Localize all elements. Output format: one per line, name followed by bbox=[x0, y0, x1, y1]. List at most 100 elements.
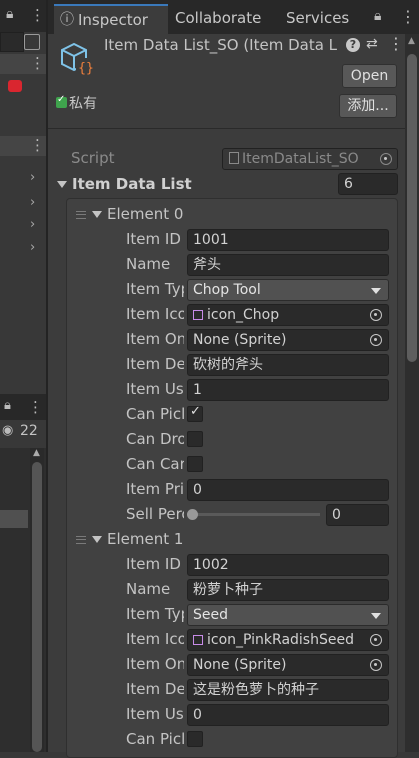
name-field[interactable]: 粉萝卜种子 bbox=[187, 579, 389, 601]
can-drop-toggle[interactable] bbox=[187, 431, 203, 447]
left-tabbar: 🔒︎ ⋮ bbox=[0, 0, 46, 32]
lock-icon[interactable]: 🔒︎ bbox=[6, 6, 13, 22]
list-size-field[interactable]: 6 bbox=[338, 173, 398, 195]
item-onworld-field[interactable]: None (Sprite) bbox=[187, 654, 389, 676]
svg-text:{}: {} bbox=[78, 61, 94, 76]
sell-percent-slider-track[interactable] bbox=[192, 513, 320, 516]
item-id-field[interactable]: 1002 bbox=[187, 554, 389, 576]
left-selected-row[interactable] bbox=[0, 510, 28, 528]
script-label: Script bbox=[71, 149, 115, 167]
more-icon[interactable]: ⋮ bbox=[400, 7, 416, 26]
object-picker-icon[interactable] bbox=[380, 153, 392, 165]
name-label: Name bbox=[126, 580, 171, 598]
item-use-field[interactable]: 1 bbox=[187, 379, 389, 401]
foldout-arrow-icon[interactable] bbox=[57, 181, 67, 188]
chevron-right-icon[interactable]: › bbox=[30, 217, 35, 232]
chevron-right-icon[interactable]: › bbox=[30, 240, 35, 255]
left-search-input[interactable] bbox=[0, 32, 24, 52]
more-icon[interactable]: ⋮ bbox=[388, 34, 404, 53]
item-price-field[interactable]: 0 bbox=[187, 479, 389, 501]
lock-icon[interactable]: 🔒︎ bbox=[4, 398, 11, 413]
item-type-value: Chop Tool bbox=[193, 282, 261, 298]
item-data-list-label[interactable]: Item Data List bbox=[72, 174, 192, 194]
can-pick-label: Can Picl bbox=[126, 405, 184, 423]
element-title[interactable]: Element 0 bbox=[107, 204, 183, 224]
item-onworld-label: Item On bbox=[126, 655, 184, 673]
item-desc-label: Item Des bbox=[126, 355, 184, 373]
object-picker-icon[interactable] bbox=[370, 634, 382, 646]
inspector-scroll-thumb[interactable] bbox=[407, 54, 417, 362]
item-icon-field[interactable]: icon_Chop bbox=[187, 304, 389, 326]
drag-handle-icon[interactable] bbox=[76, 211, 86, 219]
tab-collaborate[interactable]: Collaborate bbox=[175, 4, 261, 34]
private-checkbox[interactable]: ✓ bbox=[56, 94, 67, 108]
can-pick-toggle[interactable]: ✓ bbox=[187, 404, 203, 422]
drag-handle-icon[interactable] bbox=[76, 536, 86, 544]
item-desc-field[interactable]: 这是粉色萝卜的种子 bbox=[187, 679, 389, 701]
item-icon-value: icon_PinkRadishSeed bbox=[207, 632, 354, 648]
add-button[interactable]: 添加... bbox=[339, 94, 397, 118]
tab-inspector[interactable]: ⓘ Inspector bbox=[54, 4, 168, 36]
left-scroll-thumb[interactable] bbox=[32, 462, 42, 752]
object-picker-icon[interactable] bbox=[370, 334, 382, 346]
open-button[interactable]: Open bbox=[342, 64, 397, 88]
chevron-right-icon[interactable]: › bbox=[30, 170, 35, 185]
chevron-right-icon[interactable]: › bbox=[30, 195, 35, 210]
hidden-eye-icon: ◉ bbox=[2, 423, 14, 438]
item-type-dropdown[interactable]: Chop Tool bbox=[187, 279, 389, 301]
header-divider bbox=[48, 128, 405, 129]
more-icon[interactable]: ⋮ bbox=[30, 6, 45, 24]
can-pick-toggle[interactable] bbox=[187, 731, 203, 747]
sell-percent-field[interactable]: 0 bbox=[326, 504, 389, 526]
item-id-field[interactable]: 1001 bbox=[187, 229, 389, 251]
item-use-label: Item Use bbox=[126, 380, 184, 398]
item-icon-value: icon_Chop bbox=[207, 307, 280, 323]
item-type-dropdown[interactable]: Seed bbox=[187, 604, 389, 626]
object-picker-icon[interactable] bbox=[370, 659, 382, 671]
scriptable-object-icon: {} bbox=[58, 38, 98, 78]
element-title[interactable]: Element 1 bbox=[107, 529, 183, 549]
scroll-up-icon[interactable]: ▲ bbox=[33, 448, 40, 458]
more-icon[interactable]: ⋮ bbox=[30, 54, 45, 72]
dropdown-arrow-icon bbox=[371, 288, 381, 294]
private-label: 私有 bbox=[69, 96, 97, 112]
check-icon: ✓ bbox=[190, 404, 201, 419]
foldout-arrow-icon[interactable] bbox=[92, 536, 102, 543]
item-onworld-field[interactable]: None (Sprite) bbox=[187, 329, 389, 351]
item-price-label: Item Pric bbox=[126, 480, 184, 498]
item-desc-field[interactable]: 砍树的斧头 bbox=[187, 354, 389, 376]
object-picker-icon[interactable] bbox=[370, 309, 382, 321]
lock-icon[interactable]: 🔒︎ bbox=[374, 8, 381, 24]
inspector-title: Item Data List_SO (Item Data L bbox=[104, 36, 338, 54]
sell-percent-slider-handle[interactable] bbox=[187, 509, 198, 520]
item-icon-field[interactable]: icon_PinkRadishSeed bbox=[187, 629, 389, 651]
sell-percent-label: Sell Perc bbox=[126, 505, 184, 523]
item-use-label: Item Use bbox=[126, 705, 184, 723]
foldout-arrow-icon[interactable] bbox=[92, 211, 102, 218]
scroll-up-icon[interactable]: ▲ bbox=[408, 36, 415, 46]
info-icon: ⓘ bbox=[60, 12, 74, 28]
can-carry-label: Can Car bbox=[126, 455, 184, 473]
tab-bar: ⓘ Inspector Collaborate Services 🔒︎ ⋮ bbox=[48, 0, 419, 36]
left-panel: 🔒︎ ⋮ ⋮ ⋮ › › › › 🔒︎ ⋮ ◉ 22 ▲ bbox=[0, 0, 46, 752]
can-drop-label: Can Dro bbox=[126, 430, 184, 448]
left-header-row: ⋮ bbox=[0, 54, 46, 74]
item-desc-label: Item Des bbox=[126, 680, 184, 698]
preset-icon[interactable]: ⇄ bbox=[366, 36, 378, 52]
sprite-icon bbox=[193, 635, 203, 645]
tab-inspector-label: Inspector bbox=[78, 11, 148, 29]
help-icon[interactable]: ? bbox=[346, 38, 360, 52]
more-icon[interactable]: ⋮ bbox=[30, 136, 45, 154]
name-field[interactable]: 斧头 bbox=[187, 254, 389, 276]
left-scrollbar[interactable]: ▲ bbox=[30, 448, 44, 752]
hidden-count: 22 bbox=[20, 423, 38, 439]
can-carry-toggle[interactable] bbox=[187, 456, 203, 472]
item-use-field[interactable]: 0 bbox=[187, 704, 389, 726]
item-icon-label: Item Ico bbox=[126, 305, 184, 323]
tab-services[interactable]: Services bbox=[286, 4, 349, 34]
more-icon[interactable]: ⋮ bbox=[28, 398, 43, 416]
item-id-label: Item ID bbox=[126, 555, 181, 573]
item-type-value: Seed bbox=[193, 607, 228, 623]
expand-icon[interactable] bbox=[24, 34, 40, 50]
visibility-counter[interactable]: ◉ 22 bbox=[0, 422, 46, 444]
